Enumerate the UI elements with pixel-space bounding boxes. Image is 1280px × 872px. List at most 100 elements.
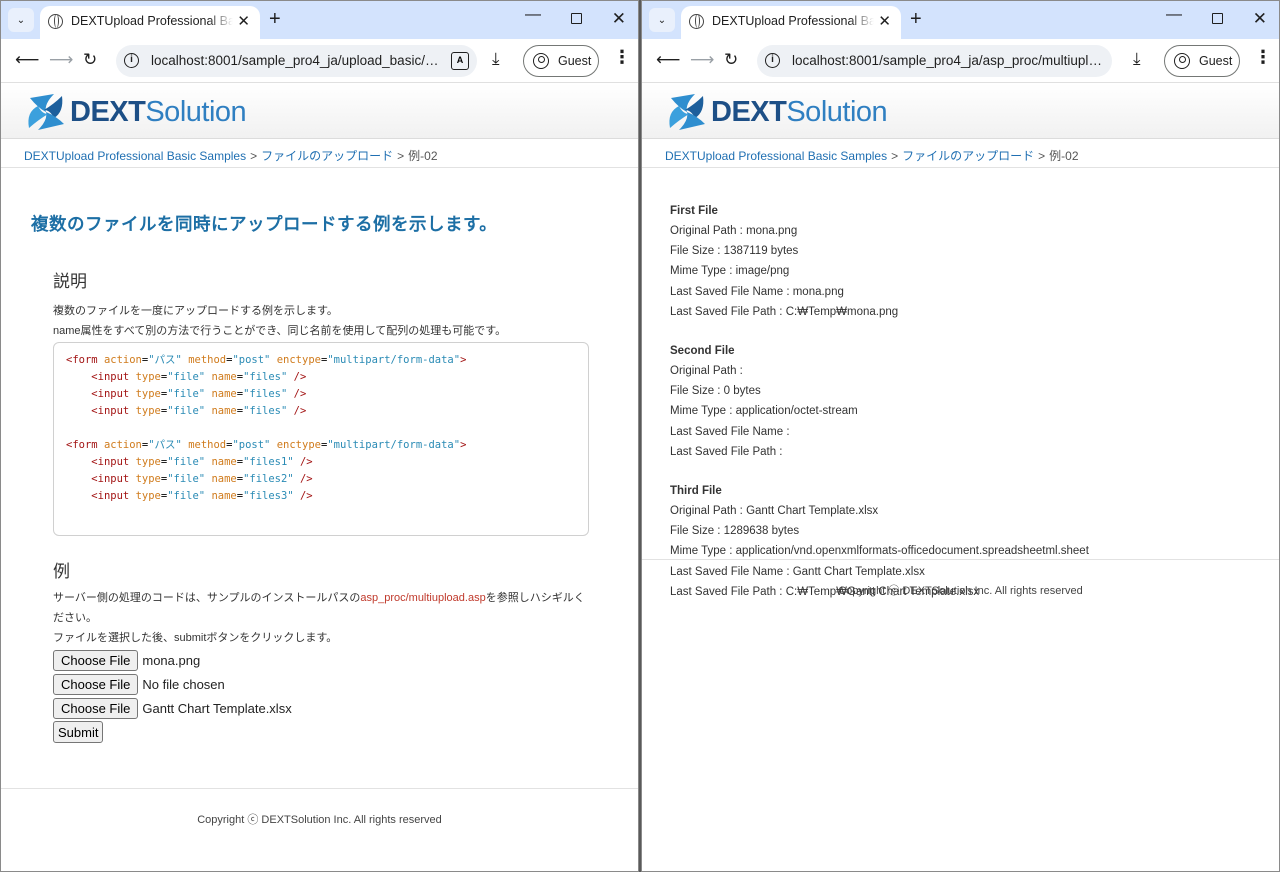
- profile-label: Guest: [558, 54, 592, 68]
- maximize-icon[interactable]: [571, 13, 582, 24]
- info-icon[interactable]: i: [765, 53, 780, 68]
- saved-file-path: Last Saved File Path :: [670, 445, 783, 458]
- file-name-value: Gantt Chart Template.xlsx: [142, 700, 292, 716]
- browser-toolbar: ⟵ ⟶ ↻ i localhost:8001/sample_pro4_ja/as…: [642, 39, 1279, 83]
- file-size: File Size : 0 bytes: [670, 385, 761, 398]
- chevron-down-icon[interactable]: ⌄: [649, 8, 675, 32]
- breadcrumb: DEXTUpload Professional Basic Samples > ファ…: [1, 139, 638, 168]
- breadcrumb-section-link[interactable]: ファイルのアップロード: [902, 149, 1034, 163]
- choose-file-button[interactable]: Choose File: [53, 673, 139, 695]
- explain-text-2: name属性をすべて別の方法で行うことができ、同じ名前を使用して配列の処理も可能…: [53, 325, 507, 337]
- close-icon[interactable]: ✕: [878, 12, 891, 30]
- page-title: 複数のファイルを同時にアップロードする例を示します。: [31, 214, 498, 234]
- logo-text-solution: Solution: [786, 95, 888, 128]
- minimize-icon[interactable]: —: [1166, 6, 1182, 24]
- original-path: Original Path :: [670, 365, 743, 378]
- breadcrumb-current: 例-02: [408, 149, 438, 163]
- maximize-icon[interactable]: [1212, 13, 1223, 24]
- breadcrumb-separator: >: [891, 149, 899, 163]
- explain-text-1: 複数のファイルを一度にアップロードする例を示します。: [53, 305, 338, 317]
- original-path: Original Path : mona.png: [670, 225, 798, 237]
- file-result-first: First File Original Path : mona.png File…: [670, 201, 1279, 322]
- site-header: DEXTSolution: [1, 84, 638, 139]
- file-result-title: Third File: [670, 485, 722, 498]
- saved-file-path: Last Saved File Path : C:₩Temp₩mona.png: [670, 305, 899, 318]
- footer-copyright: Copyright ⓒ DEXTSolution Inc. All rights…: [642, 559, 1279, 598]
- reload-icon[interactable]: ↻: [724, 50, 738, 70]
- profile-button[interactable]: Guest: [523, 45, 599, 77]
- site-header: DEXTSolution: [642, 84, 1279, 139]
- profile-label: Guest: [1199, 54, 1233, 68]
- example-heading: 例: [53, 562, 70, 581]
- breadcrumb-separator: >: [1038, 149, 1046, 163]
- close-window-icon[interactable]: ✕: [1253, 9, 1267, 29]
- info-icon[interactable]: i: [124, 53, 139, 68]
- dext-logo[interactable]: DEXTSolution: [24, 90, 247, 134]
- tab-strip: ⌄ DEXTUpload Professional Basic ✕ + — ✕: [1, 1, 638, 39]
- profile-button[interactable]: Guest: [1164, 45, 1240, 77]
- dext-logo[interactable]: DEXTSolution: [665, 90, 888, 134]
- upload-results: First File Original Path : mona.png File…: [642, 168, 1279, 602]
- breadcrumb-section-link[interactable]: ファイルのアップロード: [261, 149, 393, 163]
- plus-icon[interactable]: +: [269, 8, 281, 31]
- saved-file-name: Last Saved File Name : mona.png: [670, 285, 844, 298]
- breadcrumb: DEXTUpload Professional Basic Samples > ファ…: [642, 139, 1279, 168]
- submit-button[interactable]: Submit: [53, 721, 104, 743]
- url-text[interactable]: localhost:8001/sample_pro4_ja/asp_proc/m…: [792, 53, 1102, 68]
- globe-icon: [48, 14, 63, 29]
- globe-icon: [689, 14, 704, 29]
- logo-text-dext: DEXT: [711, 95, 787, 128]
- breadcrumb-home-link[interactable]: DEXTUpload Professional Basic Samples: [24, 149, 246, 163]
- breadcrumb-separator: >: [397, 149, 405, 163]
- file-input-1: Choose File mona.png: [53, 648, 638, 672]
- minimize-icon[interactable]: —: [525, 6, 541, 24]
- example-instruction: ファイルを選択した後、submitボタンをクリックします。: [53, 632, 338, 644]
- breadcrumb-current: 例-02: [1049, 149, 1079, 163]
- active-tab[interactable]: DEXTUpload Professional Basic ✕: [40, 6, 260, 39]
- file-input-2: Choose File No file chosen: [53, 672, 638, 696]
- back-arrow-icon[interactable]: ⟵: [15, 50, 39, 70]
- file-result-second: Second File Original Path : File Size : …: [670, 341, 1279, 462]
- active-tab[interactable]: DEXTUpload Professional Basic ✕: [681, 6, 901, 39]
- asp-path-text: asp_proc/multiupload.asp: [360, 592, 486, 604]
- account-icon: [533, 53, 549, 69]
- logo-text-solution: Solution: [145, 95, 247, 128]
- original-path: Original Path : Gantt Chart Template.xls…: [670, 505, 879, 518]
- breadcrumb-separator: >: [250, 149, 258, 163]
- browser-window-right: ⌄ DEXTUpload Professional Basic ✕ + — ✕ …: [641, 0, 1280, 872]
- file-result-title: First File: [670, 205, 718, 217]
- logo-text-dext: DEXT: [70, 95, 146, 128]
- close-icon[interactable]: ✕: [237, 12, 250, 30]
- saved-file-name: Last Saved File Name :: [670, 425, 790, 438]
- main-content: 複数のファイルを同時にアップロードする例を示します。 説明 複数のファイルを一度…: [1, 211, 638, 743]
- url-text[interactable]: localhost:8001/sample_pro4_ja/upload_bas…: [151, 53, 441, 68]
- explain-heading: 説明: [53, 272, 87, 291]
- file-size: File Size : 1289638 bytes: [670, 525, 800, 538]
- address-bar[interactable]: i localhost:8001/sample_pro4_ja/asp_proc…: [757, 45, 1112, 77]
- breadcrumb-home-link[interactable]: DEXTUpload Professional Basic Samples: [665, 149, 887, 163]
- translate-icon[interactable]: A: [451, 52, 469, 70]
- plus-icon[interactable]: +: [910, 8, 922, 31]
- file-result-title: Second File: [670, 345, 735, 358]
- example-description: サーバー側の処理のコードは、サンプルのインストールパスのasp_proc/mul…: [53, 592, 585, 624]
- close-window-icon[interactable]: ✕: [612, 9, 626, 29]
- kebab-menu-icon[interactable]: ⋮: [1254, 48, 1272, 66]
- reload-icon[interactable]: ↻: [83, 50, 97, 70]
- page-content: DEXTSolution DEXTUpload Professional Bas…: [642, 84, 1279, 871]
- back-arrow-icon[interactable]: ⟵: [656, 50, 680, 70]
- kebab-menu-icon[interactable]: ⋮: [613, 48, 631, 66]
- choose-file-button[interactable]: Choose File: [53, 649, 139, 671]
- file-name-value: No file chosen: [142, 676, 225, 692]
- choose-file-button[interactable]: Choose File: [53, 697, 139, 719]
- forward-arrow-icon[interactable]: ⟶: [690, 50, 714, 70]
- download-icon[interactable]: ⤓: [492, 49, 500, 69]
- mime-type: Mime Type : image/png: [670, 265, 790, 278]
- mime-type: Mime Type : application/octet-stream: [670, 405, 858, 418]
- address-bar[interactable]: i localhost:8001/sample_pro4_ja/upload_b…: [116, 45, 477, 77]
- forward-arrow-icon[interactable]: ⟶: [49, 50, 73, 70]
- code-block: <form action="パス" method="post" enctype=…: [53, 342, 589, 536]
- file-name-value: mona.png: [142, 652, 201, 668]
- download-icon[interactable]: ⤓: [1133, 49, 1141, 69]
- file-size: File Size : 1387119 bytes: [670, 245, 799, 258]
- chevron-down-icon[interactable]: ⌄: [8, 8, 34, 32]
